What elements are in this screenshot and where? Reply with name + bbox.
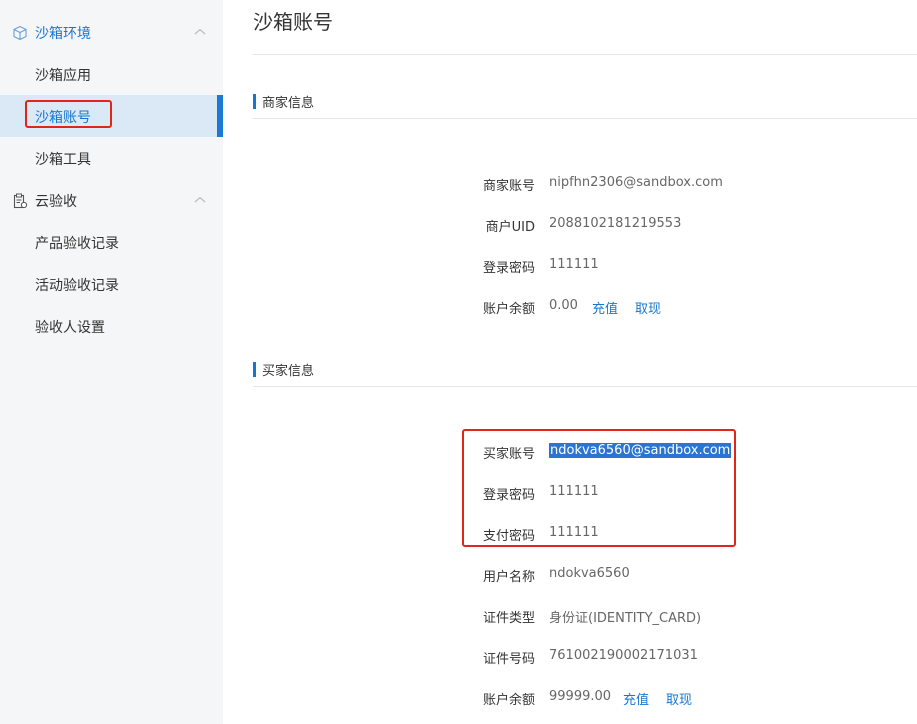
highlight-box [462,429,736,547]
chevron-up-icon[interactable] [193,193,207,207]
field-label: 账户余额 [482,302,535,317]
sidebar-item-sandbox-tools[interactable]: 沙箱工具 [0,137,223,179]
sidebar-item-label: 产品验收记录 [35,236,119,252]
sidebar-item-activity-acceptance[interactable]: 活动验收记录 [0,263,223,305]
buyer-recharge-link[interactable]: 充值 [623,689,649,708]
sidebar-group-cloud-acceptance[interactable]: 云验收 [0,179,223,221]
buyer-username-value: ndokva6560 [549,566,630,581]
sidebar: 沙箱环境 沙箱应用 沙箱账号 沙箱工具 云验收 产品验收记录 活动验收记录 验收… [0,0,223,724]
sidebar-item-label: 沙箱应用 [35,68,91,84]
merchant-account-row: 商家账号 nipfhn2306@sandbox.com [253,175,917,195]
buyer-balance-row: 账户余额 99999.00 充值 取现 [253,689,917,709]
divider [253,54,917,55]
highlight-box [25,100,112,128]
divider [253,386,917,387]
field-label: 用户名称 [482,570,535,585]
buyer-id-number-value: 761002190002171031 [549,648,698,663]
sidebar-item-label: 活动验收记录 [35,278,119,294]
buyer-id-type-value: 身份证(IDENTITY_CARD) [549,611,702,626]
sidebar-group-label: 沙箱环境 [35,26,91,42]
section-title-text: 商家信息 [262,96,315,111]
sidebar-item-label: 验收人设置 [35,320,105,336]
merchant-password-row: 登录密码 111111 [253,257,917,277]
section-marker [253,362,256,377]
sidebar-item-acceptor-settings[interactable]: 验收人设置 [0,305,223,347]
active-indicator [217,95,223,137]
field-label: 商户UID [485,220,535,235]
merchant-recharge-link[interactable]: 充值 [592,298,618,317]
merchant-uid-row: 商户UID 2088102181219553 [253,216,917,236]
merchant-account-value: nipfhn2306@sandbox.com [549,175,723,190]
field-label: 商家账号 [482,179,535,194]
buyer-username-row: 用户名称 ndokva6560 [253,566,917,586]
merchant-password-value: 111111 [549,257,599,272]
sidebar-item-label: 沙箱工具 [35,152,91,168]
field-label: 证件号码 [482,652,535,667]
sidebar-group-label: 云验收 [35,194,77,210]
buyer-id-number-row: 证件号码 761002190002171031 [253,648,917,668]
main-content: 沙箱账号 商家信息 商家账号 nipfhn2306@sandbox.com 商户… [253,0,917,724]
merchant-withdraw-link[interactable]: 取现 [635,298,661,317]
cube-icon [13,25,27,41]
field-label: 账户余额 [482,693,535,708]
section-title-text: 买家信息 [262,364,315,379]
merchant-uid-value: 2088102181219553 [549,216,682,231]
field-label: 登录密码 [482,261,535,276]
sidebar-group-sandbox[interactable]: 沙箱环境 [0,11,223,53]
buyer-balance-value: 99999.00 [549,689,612,704]
merchant-balance-row: 账户余额 0.00 充值 取现 [253,298,917,318]
field-label: 证件类型 [482,611,535,626]
buyer-withdraw-link[interactable]: 取现 [666,689,692,708]
sidebar-item-sandbox-app[interactable]: 沙箱应用 [0,53,223,95]
clipboard-icon [13,193,28,209]
chevron-up-icon[interactable] [193,25,207,39]
buyer-id-type-row: 证件类型 身份证(IDENTITY_CARD) [253,607,917,627]
sidebar-item-product-acceptance[interactable]: 产品验收记录 [0,221,223,263]
page-title: 沙箱账号 [253,10,333,34]
merchant-balance-value: 0.00 [549,298,578,313]
divider [253,118,917,119]
section-marker [253,94,256,109]
